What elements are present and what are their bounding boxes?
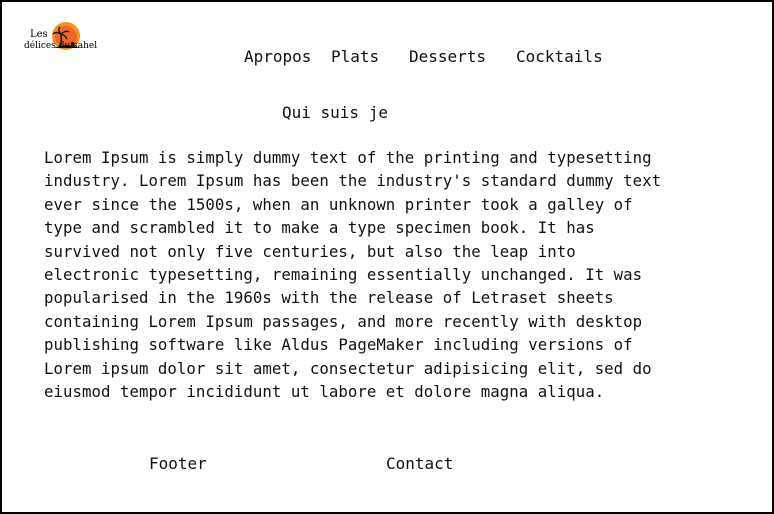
paragraph-line: survived not only five centuries, but al… [44, 241, 576, 261]
paragraph-line: type and scrambled it to make a type spe… [44, 218, 595, 238]
nav-link-apropos[interactable]: Apropos [244, 46, 311, 68]
paragraph-line: ever since the 1500s, when an unknown pr… [44, 194, 633, 214]
section-heading: Qui suis je [282, 103, 388, 122]
paragraph-line: eiusmod tempor incididunt ut labore et d… [44, 382, 605, 402]
nav-link-cocktails[interactable]: Cocktails [516, 46, 603, 68]
paragraph-line: industry. Lorem Ipsum has been the indus… [44, 171, 662, 191]
site-logo[interactable]: Les délices du sahel [24, 20, 110, 56]
paragraph-line: Lorem Ipsum is simply dummy text of the … [44, 148, 652, 167]
paragraph-line: containing Lorem Ipsum passages, and mor… [44, 311, 643, 331]
paragraph-line: popularised in the 1960s with the releas… [44, 288, 614, 308]
footer-label: Footer [149, 454, 207, 473]
paragraph-line: publishing software like Aldus PageMaker… [44, 335, 633, 355]
paragraph-line: Lorem ipsum dolor sit amet, consectetur … [44, 358, 652, 378]
about-paragraph: Lorem Ipsum is simply dummy text of the … [44, 146, 704, 403]
paragraph-line: electronic typesetting, remaining essent… [44, 265, 643, 285]
logo-text-top: Les [30, 29, 48, 40]
nav-link-plats[interactable]: Plats [331, 46, 379, 68]
nav-link-desserts[interactable]: Desserts [409, 46, 486, 68]
contact-link[interactable]: Contact [386, 453, 453, 475]
logo-text-bottom: délices du sahel [24, 41, 98, 51]
